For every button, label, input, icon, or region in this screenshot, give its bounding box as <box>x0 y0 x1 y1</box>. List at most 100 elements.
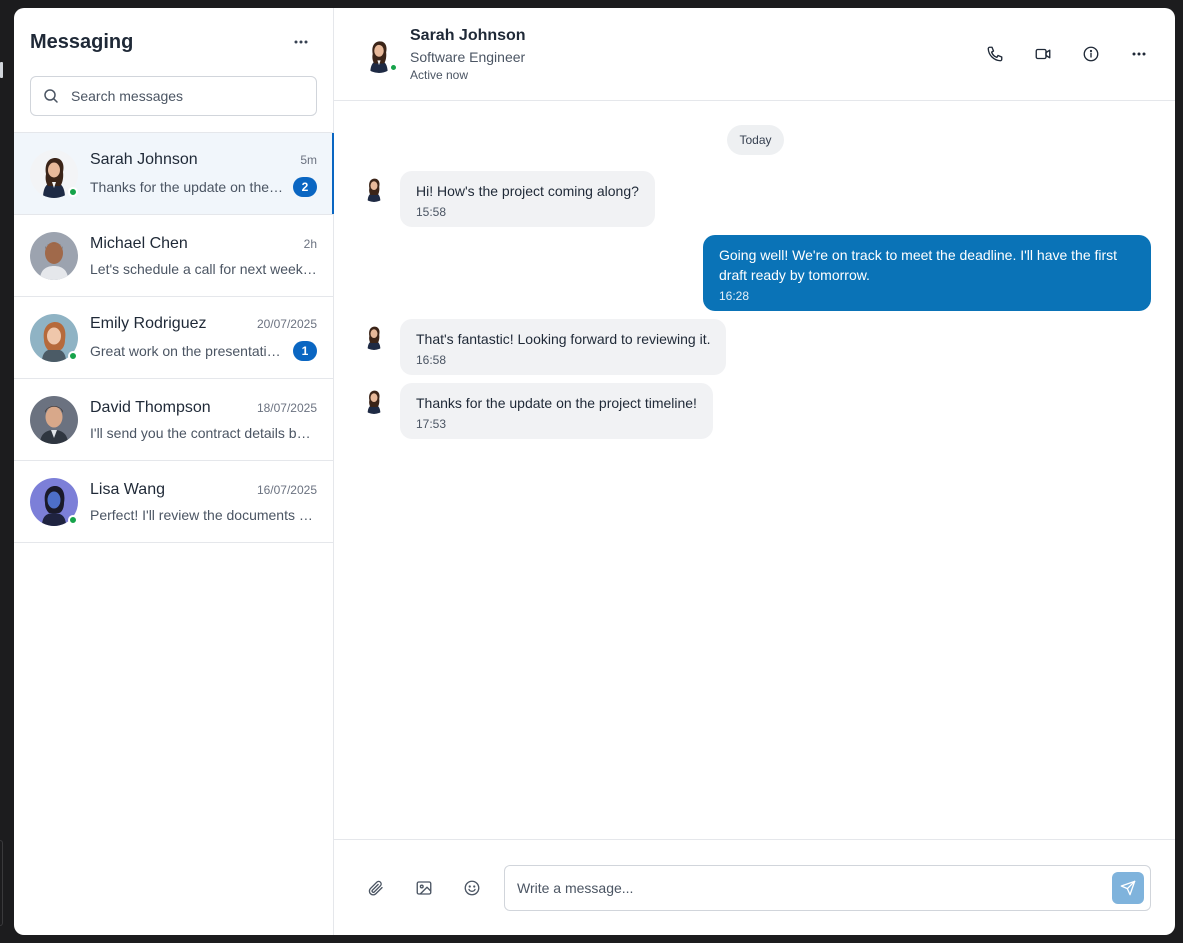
message-text: Thanks for the update on the project tim… <box>416 395 697 411</box>
search-box[interactable] <box>30 76 317 116</box>
send-button[interactable] <box>1112 871 1144 904</box>
ellipsis-horizontal-icon <box>294 40 308 44</box>
conversation-header: Michael Chen 2h <box>90 235 317 253</box>
conversation-name: Lisa Wang <box>90 480 165 498</box>
message-text: Going well! We're on track to meet the d… <box>719 247 1118 283</box>
conversation-footer: Thanks for the update on the project tim… <box>90 176 317 197</box>
online-status-dot <box>68 514 78 525</box>
sender-avatar <box>360 174 388 202</box>
messaging-window: Messaging Sarah Johnson <box>14 8 1175 935</box>
conversation-preview: I'll send you the contract details by to… <box>90 424 317 441</box>
conversation-header: Sarah Johnson 5m <box>90 151 317 169</box>
avatar <box>30 313 78 362</box>
conversation-list: Sarah Johnson 5m Thanks for the update o… <box>14 132 334 543</box>
conversation-item-emily-rodriguez[interactable]: Emily Rodriguez 20/07/2025 Great work on… <box>14 297 333 379</box>
conversation-name: Michael Chen <box>90 234 188 252</box>
message-row-incoming: Hi! How's the project coming along? 15:5… <box>360 171 1151 227</box>
emoji-icon <box>464 880 480 895</box>
image-icon <box>416 880 432 895</box>
sidebar-more-button[interactable] <box>285 26 317 58</box>
unread-badge: 2 <box>293 176 317 197</box>
avatar-image <box>30 395 78 444</box>
message-text: Hi! How's the project coming along? <box>416 183 639 199</box>
conversation-body: David Thompson 18/07/2025 I'll send you … <box>90 399 317 441</box>
message-time: 16:58 <box>416 353 447 367</box>
contact-info: Sarah Johnson Software Engineer Active n… <box>410 27 526 82</box>
chat-contact[interactable]: Sarah Johnson Software Engineer Active n… <box>360 27 526 82</box>
avatar <box>30 477 78 526</box>
message-time: 16:28 <box>719 289 750 303</box>
conversation-header: Emily Rodriguez 20/07/2025 <box>90 315 317 333</box>
chat-header-actions <box>979 38 1155 70</box>
message-text: That's fantastic! Looking forward to rev… <box>416 331 711 347</box>
conversation-time: 5m <box>300 152 317 167</box>
conversation-name: David Thompson <box>90 398 211 416</box>
message-bubble[interactable]: Hi! How's the project coming along? 15:5… <box>400 171 655 227</box>
sidebar-title: Messaging <box>30 30 134 53</box>
message-composer <box>334 839 1175 935</box>
chat-panel: Sarah Johnson Software Engineer Active n… <box>334 8 1175 935</box>
conversation-footer: I'll send you the contract details by to… <box>90 425 317 441</box>
avatar-image <box>30 231 78 280</box>
message-thread: Today Hi! How's the project coming along… <box>334 101 1175 839</box>
conversation-footer: Let's schedule a call for next week to d… <box>90 261 317 277</box>
conversation-sidebar: Messaging Sarah Johnson <box>14 8 334 935</box>
conversation-body: Sarah Johnson 5m Thanks for the update o… <box>90 151 317 197</box>
contact-role: Software Engineer <box>410 48 526 65</box>
message-bubble[interactable]: Going well! We're on track to meet the d… <box>703 235 1151 311</box>
contact-info-button[interactable] <box>1075 38 1107 70</box>
conversation-preview: Great work on the presentation yesterday… <box>90 342 285 359</box>
video-icon <box>1035 48 1051 60</box>
contact-name: Sarah Johnson <box>410 26 526 44</box>
conversation-item-michael-chen[interactable]: Michael Chen 2h Let's schedule a call fo… <box>14 215 333 297</box>
sender-avatar <box>360 386 388 414</box>
phone-icon <box>987 46 1003 62</box>
window-edge-marker <box>0 62 3 78</box>
video-call-button[interactable] <box>1027 38 1059 70</box>
online-status-dot <box>389 63 398 72</box>
message-time: 17:53 <box>416 417 447 431</box>
message-row-incoming: That's fantastic! Looking forward to rev… <box>360 319 1151 375</box>
send-icon <box>1120 880 1136 895</box>
sender-avatar <box>360 322 388 350</box>
window-edge-frame <box>0 840 3 926</box>
avatar <box>30 395 78 444</box>
search-icon <box>44 89 58 103</box>
message-input-box[interactable] <box>504 864 1151 911</box>
conversation-item-david-thompson[interactable]: David Thompson 18/07/2025 I'll send you … <box>14 379 333 461</box>
unread-badge: 1 <box>293 340 317 361</box>
conversation-name: Emily Rodriguez <box>90 314 207 332</box>
search-input[interactable] <box>71 88 304 104</box>
emoji-button[interactable] <box>456 872 488 904</box>
conversation-header: Lisa Wang 16/07/2025 <box>90 481 317 499</box>
message-input[interactable] <box>517 879 1112 896</box>
conversation-item-lisa-wang[interactable]: Lisa Wang 16/07/2025 Perfect! I'll revie… <box>14 461 333 543</box>
conversation-preview: Let's schedule a call for next week to d… <box>90 260 317 277</box>
conversation-preview: Perfect! I'll review the documents and g… <box>90 506 317 523</box>
message-row-outgoing: Going well! We're on track to meet the d… <box>360 235 1151 311</box>
voice-call-button[interactable] <box>979 38 1011 70</box>
attach-image-button[interactable] <box>408 872 440 904</box>
contact-avatar <box>360 35 398 73</box>
message-bubble[interactable]: Thanks for the update on the project tim… <box>400 383 713 439</box>
conversation-preview: Thanks for the update on the project tim… <box>90 178 285 195</box>
conversation-body: Michael Chen 2h Let's schedule a call fo… <box>90 235 317 277</box>
message-bubble[interactable]: That's fantastic! Looking forward to rev… <box>400 319 727 375</box>
conversation-time: 20/07/2025 <box>256 316 317 331</box>
avatar <box>30 149 78 198</box>
conversation-item-sarah-johnson[interactable]: Sarah Johnson 5m Thanks for the update o… <box>14 133 334 215</box>
date-chip: Today <box>727 125 784 155</box>
chat-more-button[interactable] <box>1123 38 1155 70</box>
date-separator: Today <box>360 125 1151 155</box>
online-status-dot <box>68 186 78 197</box>
avatar <box>30 231 78 280</box>
message-row-incoming: Thanks for the update on the project tim… <box>360 383 1151 439</box>
conversation-time: 2h <box>303 236 317 251</box>
conversation-time: 16/07/2025 <box>256 482 317 497</box>
conversation-name: Sarah Johnson <box>90 150 198 168</box>
attach-file-button[interactable] <box>360 872 392 904</box>
info-icon <box>1083 46 1099 62</box>
sidebar-header: Messaging <box>14 8 333 76</box>
conversation-body: Emily Rodriguez 20/07/2025 Great work on… <box>90 315 317 361</box>
contact-status: Active now <box>410 67 469 82</box>
